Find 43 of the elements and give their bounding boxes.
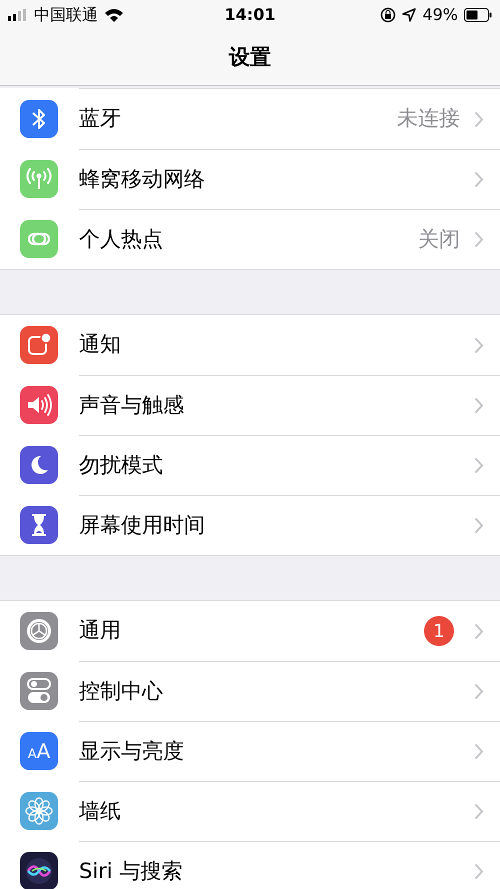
rotation-lock-icon [380,7,396,23]
flower-icon [25,797,53,825]
setting-value: 关闭 [418,226,460,253]
chevron-icon [474,397,484,414]
chevron-icon [474,863,484,880]
speaker-icon [25,393,53,417]
status-time: 14:01 [224,4,276,26]
battery-icon [464,8,492,22]
chevron-icon [474,803,484,820]
hourglass-icon [29,512,49,538]
chevron-icon [474,336,484,354]
carrier-name: 中国联通 [34,4,98,26]
chevron-icon [474,171,484,188]
text-size-icon: AA [28,741,50,761]
nav-title: 设置 [229,44,271,71]
setting-label: 蓝牙 [79,105,122,132]
notification-icon [26,332,52,358]
notification-badge: 1 [424,616,454,646]
setting-label: 屏幕使用时间 [79,512,206,539]
wifi-icon [104,8,124,22]
chevron-icon [474,743,484,760]
setting-label: 勿扰模式 [79,452,164,479]
chevron-icon [474,457,484,474]
chevron-icon [474,110,484,128]
setting-label: 声音与触感 [79,392,185,419]
location-arrow-icon [402,8,416,22]
setting-label: 通用 [79,617,122,644]
chevron-icon [474,231,484,248]
chevron-icon [474,683,484,700]
battery-percent: 49% [422,4,458,26]
chevron-icon [474,517,484,534]
setting-label: 显示与亮度 [79,738,185,765]
setting-label: 个人热点 [79,226,164,253]
setting-label: 控制中心 [79,678,164,705]
setting-label: 墙纸 [79,798,122,825]
antenna-icon [25,167,53,191]
setting-label: Siri 与搜索 [79,858,184,885]
chevron-icon [474,622,484,640]
setting-value: 未连接 [397,105,460,132]
setting-label: 蜂窝移动网络 [79,166,206,193]
setting-label: 通知 [79,331,122,358]
signal-icon [8,9,28,21]
toggles-icon [26,677,52,705]
